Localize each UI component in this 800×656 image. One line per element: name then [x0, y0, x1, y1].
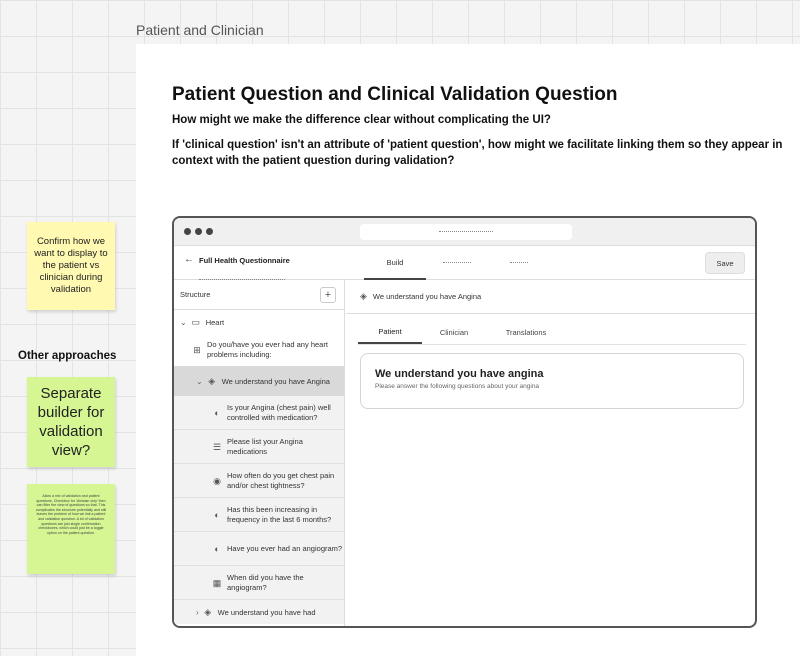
layers-icon: ◈ — [208, 375, 216, 386]
tree-item-label: Please list your Angina medications — [227, 436, 303, 456]
address-bar[interactable] — [360, 224, 572, 240]
url-placeholder — [439, 231, 493, 233]
window-dot-icon — [195, 228, 202, 235]
tree-item-label: When did you have the angiogram? — [227, 572, 304, 592]
frame-question-2: If 'clinical question' isn't an attribut… — [172, 139, 783, 167]
tree-item-label: How often do you get chest pain and/or c… — [227, 470, 335, 490]
toggle-icon: ◐ — [214, 543, 220, 554]
tree-item[interactable]: ◐ Is your Angina (chest pain) well contr… — [174, 396, 344, 430]
chevron-right-icon[interactable]: › — [196, 608, 199, 617]
toggle-icon: ◐ — [214, 509, 220, 520]
main-tabs: Patient Clinician Translations — [358, 320, 746, 345]
tree-section-label: Heart — [205, 317, 225, 327]
tree-item[interactable]: ◉ How often do you get chest pain and/or… — [174, 464, 344, 498]
sticky-note-text: Separate builder for validation view? — [37, 385, 105, 459]
chevron-down-icon[interactable]: ⌄ — [196, 377, 203, 386]
app-window: ← Full Health Questionnaire Build Save S… — [172, 216, 757, 628]
layers-icon: ◈ — [204, 606, 212, 617]
sidebar-header: Structure + — [174, 280, 344, 310]
app-header: ← Full Health Questionnaire Build Save — [174, 246, 755, 280]
question-card[interactable]: We understand you have angina Please ans… — [360, 353, 744, 409]
tree-subsection[interactable]: › ◈ We understand you have had — [174, 600, 344, 624]
frame-label: Patient and Clinician — [136, 22, 264, 38]
nav-build[interactable]: Build — [364, 246, 426, 280]
tab-clinician[interactable]: Clinician — [422, 320, 486, 344]
window-dot-icon — [184, 228, 191, 235]
tree-item[interactable]: ☰ Please list your Angina medications — [174, 430, 344, 464]
top-nav: Build — [364, 246, 550, 280]
calendar-icon: ▦ — [212, 577, 222, 588]
browser-titlebar — [174, 218, 755, 246]
layers-icon: ◈ — [360, 291, 367, 301]
nav-item-placeholder[interactable] — [488, 246, 550, 280]
sticky-note-text: Confirm how we want to display to the pa… — [34, 236, 108, 295]
save-button[interactable]: Save — [705, 252, 745, 274]
main-header: ◈ We understand you have Angina — [346, 280, 755, 314]
grid-icon: ⊞ — [193, 345, 201, 355]
card-subtitle: Please answer the following questions ab… — [375, 383, 540, 390]
book-icon: ▭ — [191, 316, 200, 327]
add-item-button[interactable]: + — [320, 286, 336, 303]
tree-item[interactable]: ◐ Have you ever had an angiogram? — [174, 532, 344, 566]
tree-item[interactable]: ◐ Has this been increasing in frequency … — [174, 498, 344, 532]
list-icon: ☰ — [212, 441, 222, 452]
tree-item-label: Is your Angina (chest pain) well control… — [227, 402, 331, 422]
chevron-down-icon[interactable]: ⌄ — [180, 318, 187, 327]
tree-section-heart[interactable]: ⌄ ▭ Heart — [174, 310, 344, 334]
sticky-note-text: Allow a mix of validation and patient qu… — [35, 494, 107, 535]
structure-sidebar: Structure + ⌄ ▭ Heart ⊞ Do you/have you … — [174, 280, 345, 626]
tree-question-label: Do you/have you ever had any heart probl… — [207, 340, 328, 359]
sticky-note-separate-builder[interactable]: Separate builder for validation view? — [27, 377, 115, 467]
nav-item-placeholder[interactable] — [426, 246, 488, 280]
tab-patient[interactable]: Patient — [358, 320, 422, 344]
tree-question[interactable]: ⊞ Do you/have you ever had any heart pro… — [174, 334, 344, 366]
sticky-note-details[interactable]: Allow a mix of validation and patient qu… — [27, 484, 115, 574]
sidebar-title: Structure — [180, 290, 211, 299]
tab-translations[interactable]: Translations — [486, 320, 566, 344]
tree-item-label: Has this been increasing in frequency in… — [227, 504, 332, 524]
tree-item[interactable]: ▦ When did you have the angiogram? — [174, 566, 344, 600]
tree-subsection-angina[interactable]: ⌄ ◈ We understand you have Angina — [174, 366, 344, 396]
radio-icon: ◉ — [213, 475, 221, 486]
frame-question-1: How might we make the difference clear w… — [172, 114, 551, 126]
toggle-icon: ◐ — [214, 407, 220, 418]
back-arrow-icon[interactable]: ← — [184, 254, 194, 265]
card-title: We understand you have angina — [375, 368, 544, 380]
tree-subsection-label: We understand you have Angina — [221, 376, 330, 386]
frame-title: Patient Question and Clinical Validation… — [172, 84, 618, 105]
window-dot-icon — [206, 228, 213, 235]
sticky-note-confirm[interactable]: Confirm how we want to display to the pa… — [27, 222, 115, 310]
other-approaches-heading: Other approaches — [18, 350, 117, 362]
tree-subsection-label: We understand you have had — [217, 607, 316, 617]
tree-item-label: Have you ever had an angiogram? — [227, 543, 343, 553]
main-header-label: We understand you have Angina — [372, 292, 482, 301]
questionnaire-title: Full Health Questionnaire — [199, 256, 290, 265]
